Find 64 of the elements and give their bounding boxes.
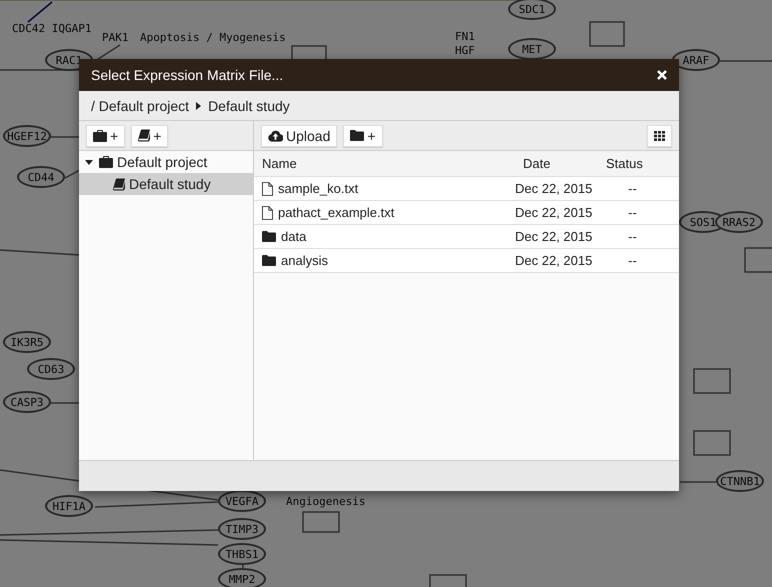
pathway-label: HGF xyxy=(455,44,475,57)
gene-node: HIF1A xyxy=(45,495,93,517)
briefcase-icon xyxy=(93,130,107,142)
new-folder-button[interactable]: + xyxy=(343,124,383,146)
gene-node: THBS1 xyxy=(218,543,266,565)
gene-node: CD63 xyxy=(27,358,75,380)
status-cell-text: -- xyxy=(627,181,638,196)
gene-node: IK3R5 xyxy=(3,331,51,353)
date-cell-text: Dec 22, 2015 xyxy=(514,205,594,220)
pathway-label: CDC42 IQGAP1 xyxy=(12,22,92,35)
new-project-button[interactable]: + xyxy=(86,124,126,146)
briefcase-icon xyxy=(99,156,113,168)
file-icon xyxy=(262,182,273,196)
file-row[interactable]: pathact_example.txt Dec 22, 2015 -- xyxy=(254,201,679,225)
date-cell-text: Dec 22, 2015 xyxy=(514,181,594,196)
status-cell-text: -- xyxy=(627,205,638,220)
pathway-label: Apoptosis / Myogenesis xyxy=(140,31,286,44)
dialog-title: Select Expression Matrix File... xyxy=(91,67,284,83)
book-icon xyxy=(113,178,125,190)
gene-node: RRAS2 xyxy=(715,211,763,233)
gene-node: CTNNB1 xyxy=(716,470,764,492)
book-icon xyxy=(138,129,150,142)
pathway-label: Angiogenesis xyxy=(286,495,366,508)
upload-button[interactable]: Upload xyxy=(261,124,338,146)
file-row[interactable]: analysis Dec 22, 2015 -- xyxy=(254,249,679,273)
gene-node: HGEF12 xyxy=(3,125,51,147)
column-header[interactable]: Date xyxy=(510,156,600,171)
gene-node: CASP3 xyxy=(3,391,51,413)
gene-node: MMP2 xyxy=(218,568,266,587)
date-cell-text: Dec 22, 2015 xyxy=(514,229,594,244)
pathway-label: PAK1 xyxy=(102,31,128,44)
tree-item[interactable]: Default study xyxy=(79,173,253,195)
status-cell-text: -- xyxy=(627,253,638,268)
file-icon xyxy=(262,206,273,220)
folder-icon xyxy=(262,255,276,266)
breadcrumb-link[interactable]: Default study xyxy=(208,98,290,114)
cloud-upload-icon xyxy=(268,130,283,142)
status-cell-text: -- xyxy=(627,229,638,244)
gene-node: TIMP3 xyxy=(218,518,266,540)
column-header[interactable]: Status xyxy=(600,156,665,171)
column-header[interactable]: Name xyxy=(254,156,510,171)
file-row[interactable]: data Dec 22, 2015 -- xyxy=(254,225,679,249)
close-icon[interactable] xyxy=(657,70,667,80)
grid-view-button[interactable] xyxy=(647,124,672,146)
gene-node: VEGFA xyxy=(218,490,266,512)
date-cell-text: Dec 22, 2015 xyxy=(514,253,594,268)
breadcrumb-link[interactable]: / Default project xyxy=(91,98,190,114)
caret-right-icon xyxy=(196,102,202,110)
file-name: data xyxy=(281,229,306,244)
caret-icon xyxy=(85,160,93,164)
folder-icon xyxy=(262,231,276,242)
new-study-button[interactable]: + xyxy=(131,124,168,146)
gene-node: CD44 xyxy=(17,166,65,188)
pathway-label: FN1 xyxy=(455,30,475,43)
gene-node: ARAF xyxy=(672,49,720,71)
tree-item[interactable]: Default project xyxy=(79,151,253,173)
file-name: pathact_example.txt xyxy=(278,205,394,220)
grid-icon xyxy=(654,130,665,140)
file-name: sample_ko.txt xyxy=(278,181,358,196)
folder-icon xyxy=(350,130,364,141)
file-name: analysis xyxy=(281,253,328,268)
gene-node: MET xyxy=(508,38,556,60)
file-row[interactable]: sample_ko.txt Dec 22, 2015 -- xyxy=(254,177,679,201)
gene-node: SDC1 xyxy=(508,0,556,20)
